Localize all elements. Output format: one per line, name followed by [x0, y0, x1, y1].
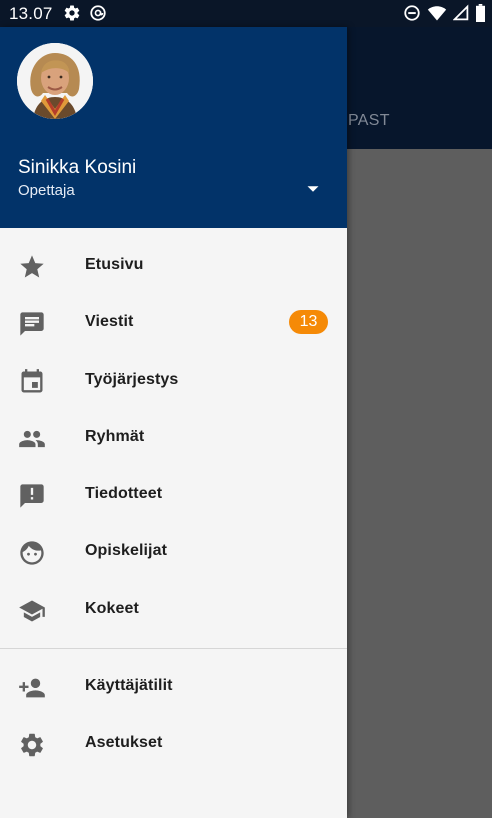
at-sign-icon — [90, 5, 106, 21]
menu-label-etusivu: Etusivu — [85, 256, 144, 273]
star-icon — [20, 255, 44, 278]
message-icon — [20, 312, 44, 336]
navigation-drawer: Sinikka Kosini Opettaja Etusivu Viestit … — [0, 27, 347, 818]
status-right-icons — [403, 4, 486, 22]
drawer-menu: Etusivu Viestit 13 Työjärjestys Ryhmät T… — [0, 238, 347, 774]
status-bar: 13.07 — [0, 0, 492, 27]
unread-count-badge: 13 — [289, 310, 328, 335]
person-add-icon — [19, 678, 45, 698]
calendar-icon — [21, 368, 43, 393]
menu-item-ryhmat[interactable]: Ryhmät — [0, 410, 347, 467]
menu-item-etusivu[interactable]: Etusivu — [0, 238, 347, 295]
signal-icon — [453, 4, 469, 21]
status-time: 13.07 — [9, 4, 53, 23]
menu-item-viestit[interactable]: Viestit 13 — [0, 295, 347, 352]
menu-label-opiskelijat: Opiskelijat — [85, 542, 168, 560]
drawer-scrim[interactable] — [347, 27, 492, 818]
menu-item-opiskelijat[interactable]: Opiskelijat — [0, 524, 347, 581]
menu-label-tyojarjestys: Työjärjestys — [85, 370, 179, 388]
announcement-icon — [20, 484, 44, 508]
menu-label-kokeet: Kokeet — [85, 599, 139, 617]
battery-icon — [476, 4, 485, 22]
menu-item-kayttajatilit[interactable]: Käyttäjätilit — [0, 659, 347, 716]
menu-label-kayttajatilit: Käyttäjätilit — [85, 677, 173, 695]
settings-icon — [64, 5, 80, 21]
user-name: Sinikka Kosini — [18, 157, 137, 178]
menu-item-asetukset[interactable]: Asetukset — [0, 716, 347, 773]
face-icon — [20, 541, 44, 566]
school-icon — [19, 600, 45, 622]
user-role: Opettaja — [18, 182, 75, 199]
menu-label-asetukset: Asetukset — [85, 734, 163, 752]
menu-item-kokeet[interactable]: Kokeet — [0, 582, 347, 639]
menu-divider — [0, 648, 347, 650]
menu-label-ryhmat: Ryhmät — [85, 427, 145, 445]
menu-label-tiedotteet: Tiedotteet — [85, 485, 163, 503]
drawer-header: Sinikka Kosini Opettaja — [0, 27, 347, 228]
settings-icon — [21, 734, 43, 757]
do-not-disturb-icon — [404, 5, 420, 21]
menu-item-tiedotteet[interactable]: Tiedotteet — [0, 467, 347, 524]
user-photo — [17, 43, 93, 119]
menu-item-tyojarjestys[interactable]: Työjärjestys — [0, 353, 347, 410]
dropdown-arrow-icon[interactable] — [302, 178, 324, 200]
avatar[interactable] — [17, 43, 93, 119]
group-icon — [19, 430, 45, 448]
menu-label-viestit: Viestit — [85, 313, 134, 331]
wifi-icon — [427, 6, 447, 21]
